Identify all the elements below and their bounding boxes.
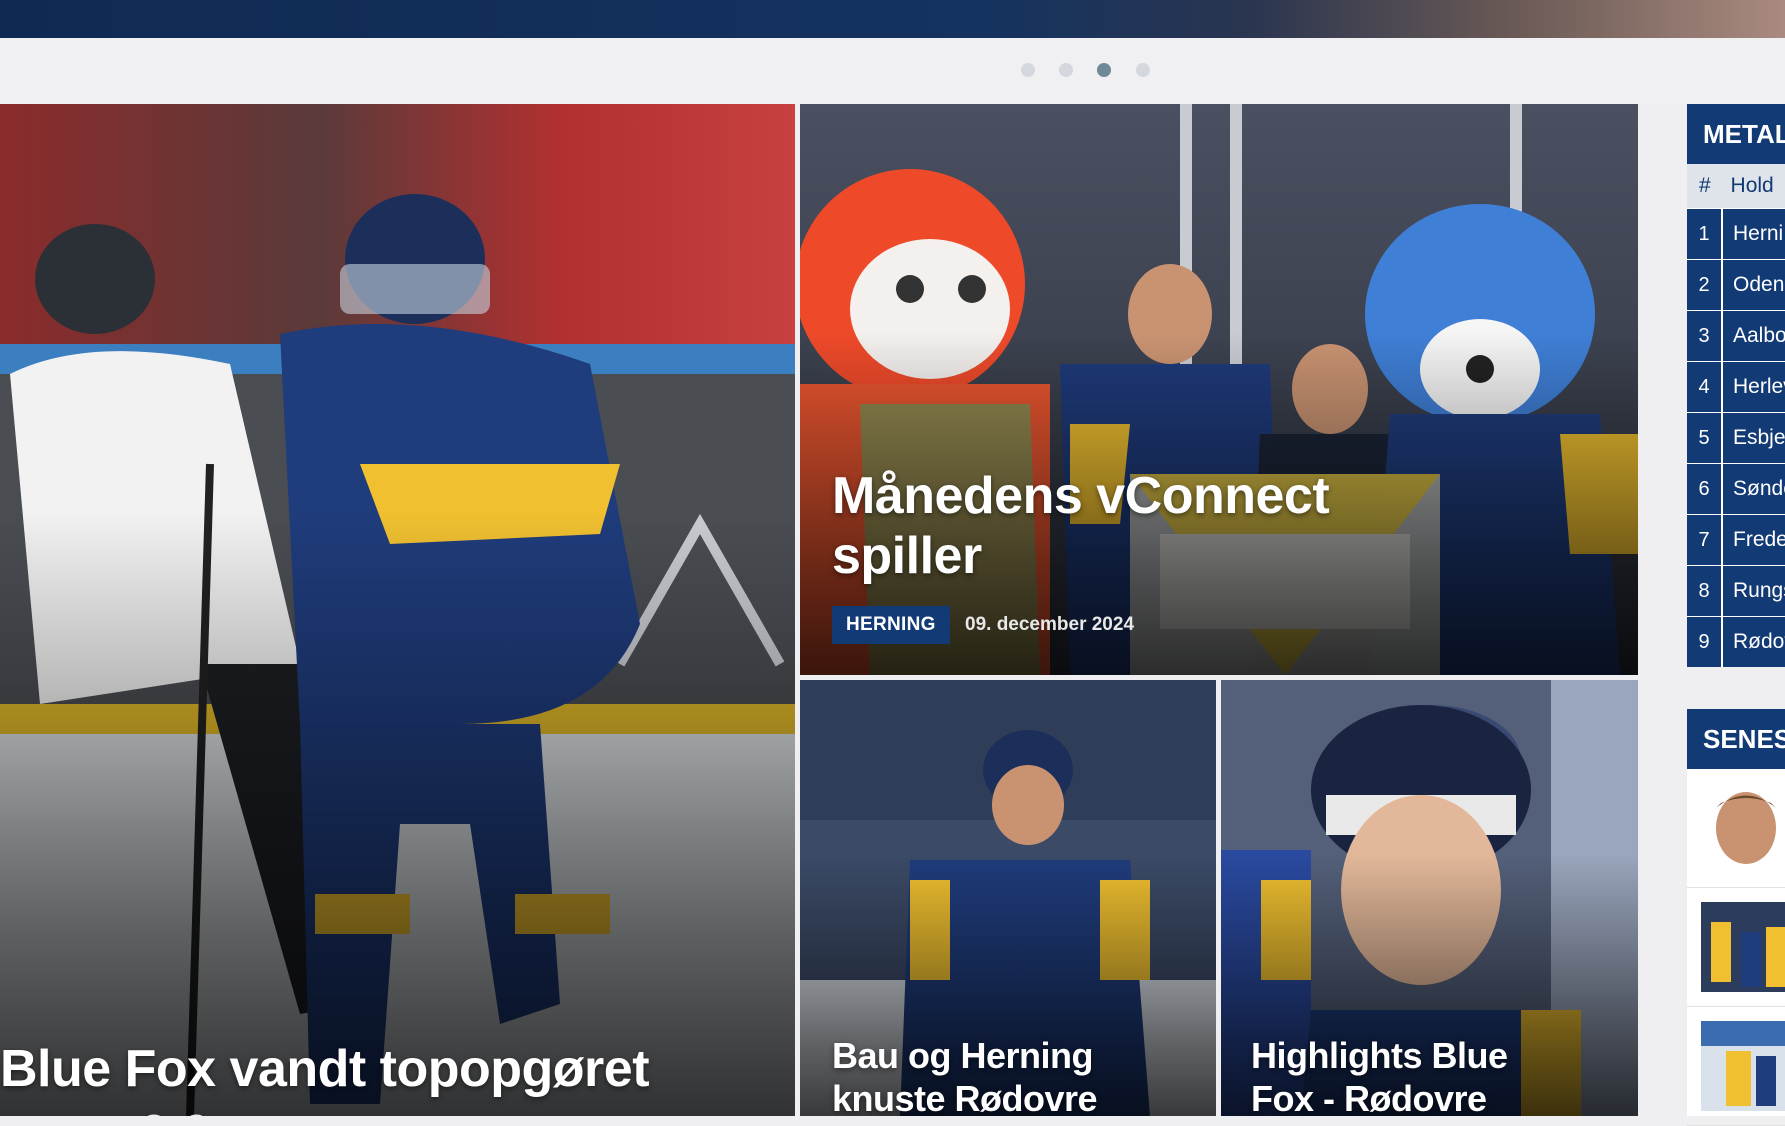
latest-news-thumbnail [1701, 783, 1785, 873]
standings-team[interactable]: Herlev [1721, 362, 1785, 412]
feature-story-date: 09. december 2024 [965, 614, 1135, 635]
standings-row[interactable]: 6Sønde [1687, 463, 1785, 514]
carousel-dot-3-active[interactable] [1097, 63, 1111, 77]
standings-rank: 8 [1687, 566, 1721, 616]
main-story-gradient [0, 508, 795, 1116]
story-highlights-headline-line2[interactable]: Fox - Rødovre [1251, 1078, 1487, 1116]
standings-team[interactable]: Odens [1721, 260, 1785, 310]
latest-news-item[interactable] [1687, 888, 1785, 1007]
standings-team[interactable]: Rungs [1721, 566, 1785, 616]
standings-widget: METAL # Hold 1Herni 2Odens 3Aalbo 4Herle… [1687, 104, 1785, 667]
latest-news-thumbnail [1701, 1021, 1785, 1111]
latest-news-item[interactable] [1687, 1007, 1785, 1126]
standings-team[interactable]: Herni [1721, 209, 1785, 259]
standings-rank: 7 [1687, 515, 1721, 565]
story-highlights-headline-line1[interactable]: Highlights Blue [1251, 1035, 1508, 1077]
standings-team[interactable]: Frede [1721, 515, 1785, 565]
carousel-dot-4[interactable] [1136, 63, 1150, 77]
standings-title: METAL [1687, 104, 1785, 164]
latest-news-widget: SENEST [1687, 709, 1785, 1126]
standings-rank: 6 [1687, 464, 1721, 514]
standings-row[interactable]: 9Rødov [1687, 616, 1785, 667]
standings-rank: 9 [1687, 617, 1721, 667]
standings-team[interactable]: Aalbo [1721, 311, 1785, 361]
main-story-card[interactable]: Blue Fox vandt topopgøret ... .. .. 0 0 [0, 104, 795, 1116]
carousel-dot-2[interactable] [1059, 63, 1073, 77]
hero-banner-strip [0, 0, 1785, 38]
feature-story-headline-line1[interactable]: Månedens vConnect [832, 466, 1330, 526]
main-story-headline-line1[interactable]: Blue Fox vandt topopgøret [0, 1039, 650, 1099]
standings-row[interactable]: 3 Aalbo [1687, 310, 1785, 361]
standings-rank: 4 [1687, 362, 1721, 412]
standings-row[interactable]: 4Herlev [1687, 361, 1785, 412]
standings-header-row: # Hold [1687, 164, 1785, 208]
latest-news-title: SENEST [1687, 709, 1785, 769]
feature-story-headline-line2[interactable]: spiller [832, 526, 982, 586]
carousel-dot-1[interactable] [1021, 63, 1035, 77]
latest-news-item[interactable] [1687, 769, 1785, 888]
standings-row[interactable]: 7 Frede [1687, 514, 1785, 565]
story-card-highlights[interactable]: Highlights Blue Fox - Rødovre [1221, 680, 1638, 1116]
standings-row[interactable]: 5 Esbje [1687, 412, 1785, 463]
story-bau-headline-line2[interactable]: knuste Rødovre [832, 1078, 1098, 1116]
standings-col-rank: # [1699, 174, 1711, 197]
standings-team[interactable]: Esbje [1721, 413, 1785, 463]
standings-col-team: Hold [1730, 174, 1774, 197]
story-bau-headline-line1[interactable]: Bau og Herning [832, 1035, 1094, 1077]
standings-rank: 3 [1687, 311, 1721, 361]
latest-news-thumbnail [1701, 902, 1785, 992]
standings-row[interactable]: 1 Herni [1687, 208, 1785, 259]
standings-row[interactable]: 2Odens [1687, 259, 1785, 310]
feature-story-category-badge[interactable]: HERNING [832, 606, 950, 644]
standings-rank: 1 [1687, 209, 1721, 259]
story-card-bau[interactable]: Bau og Herning knuste Rødovre [800, 680, 1216, 1116]
standings-rank: 2 [1687, 260, 1721, 310]
standings-team[interactable]: Rødov [1721, 617, 1785, 667]
feature-story-card[interactable]: Månedens vConnect spiller HERNING 09. de… [800, 104, 1638, 675]
standings-rank: 5 [1687, 413, 1721, 463]
standings-team[interactable]: Sønde [1721, 464, 1785, 514]
standings-row[interactable]: 8Rungs [1687, 565, 1785, 616]
carousel-bar [0, 38, 1785, 104]
main-story-headline-line2[interactable]: ... .. .. 0 0 [0, 1104, 211, 1116]
